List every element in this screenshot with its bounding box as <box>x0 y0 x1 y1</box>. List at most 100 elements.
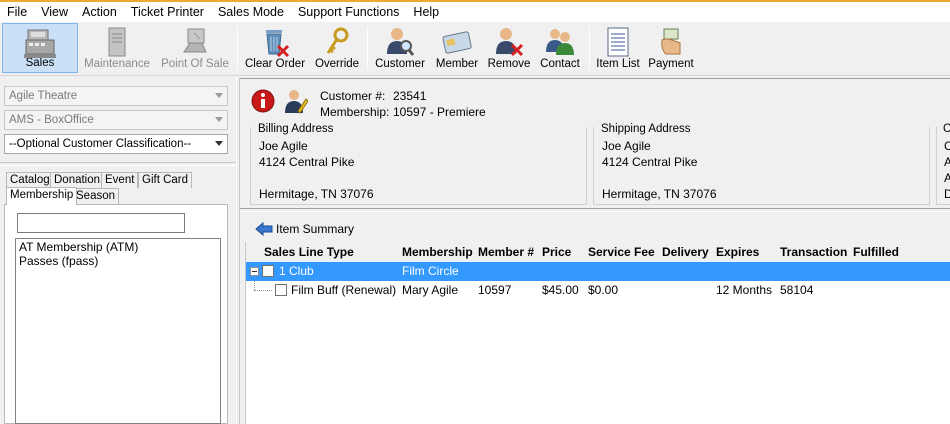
column-header[interactable]: Service Fee <box>588 245 655 259</box>
tab-catalog[interactable]: Catalog <box>6 172 54 188</box>
customer-classification-combo[interactable]: --Optional Customer Classification-- <box>4 134 228 154</box>
remove-button[interactable]: Remove <box>486 23 532 73</box>
location-combo[interactable]: AMS - BoxOffice <box>4 110 228 130</box>
clear-order-button[interactable]: Clear Order <box>243 23 307 73</box>
group-type: 1 Club <box>279 264 314 278</box>
search-input[interactable] <box>17 213 185 233</box>
row-member-number: 10597 <box>478 283 512 297</box>
clear-order-label: Clear Order <box>244 58 306 70</box>
server-icon <box>108 27 126 57</box>
override-button[interactable]: Override <box>311 23 363 73</box>
column-header[interactable]: Member # <box>478 245 534 259</box>
third-line: C <box>944 139 950 153</box>
contact-label: Contact <box>540 58 580 70</box>
membership-tab-panel: AT Membership (ATM) Passes (fpass) <box>4 204 228 424</box>
point-of-sale-label: Point Of Sale <box>161 58 229 70</box>
row-type: Film Buff (Renewal) <box>291 283 397 297</box>
third-line: D <box>944 187 950 201</box>
tab-season[interactable]: Season <box>72 188 120 204</box>
item-list-button[interactable]: Item List <box>594 23 642 73</box>
membership-label: Membership: <box>320 105 390 119</box>
customer-panel: Customer #: 23541 Membership: 10597 - Pr… <box>240 78 950 208</box>
row-price: $45.00 <box>542 283 579 297</box>
chevron-down-icon <box>215 117 223 122</box>
cash-register-icon <box>24 29 56 58</box>
row-transaction: 58104 <box>780 283 814 297</box>
shipping-street: 4124 Central Pike <box>602 155 698 169</box>
list-icon <box>607 27 629 57</box>
tab-event[interactable]: Event <box>101 172 139 188</box>
column-header[interactable]: Fulfilled <box>853 245 899 259</box>
pos-terminal-icon <box>183 28 207 53</box>
menu-support-functions[interactable]: Support Functions <box>291 2 406 22</box>
contacts-icon <box>546 29 574 55</box>
point-of-sale-button[interactable]: Point Of Sale <box>158 23 232 73</box>
menu-ticket-printer[interactable]: Ticket Printer <box>124 2 211 22</box>
toolbar-separator <box>237 26 238 70</box>
maintenance-button[interactable]: Maintenance <box>80 23 154 73</box>
toolbar-separator <box>589 26 590 70</box>
row-checkbox[interactable] <box>275 284 287 296</box>
menu-sales-mode[interactable]: Sales Mode <box>211 2 291 22</box>
member-label: Member <box>435 58 479 70</box>
payment-label: Payment <box>648 58 694 70</box>
trash-delete-icon <box>266 30 290 58</box>
info-icon[interactable] <box>250 88 276 114</box>
tab-donation[interactable]: Donation <box>50 172 105 188</box>
member-card-icon <box>442 31 472 54</box>
tab-gift-card[interactable]: Gift Card <box>138 172 193 188</box>
shipping-address-title: Shipping Address <box>601 123 693 135</box>
column-header[interactable]: Sales Line Type <box>264 245 354 259</box>
payment-button[interactable]: Payment <box>646 23 696 73</box>
organization-combo[interactable]: Agile Theatre <box>4 86 228 106</box>
third-line: A <box>944 171 950 185</box>
menu-view[interactable]: View <box>34 2 75 22</box>
third-line: A <box>944 155 950 169</box>
arrow-left-icon[interactable] <box>255 222 273 236</box>
item-list-label: Item List <box>596 58 640 70</box>
contact-button[interactable]: Contact <box>536 23 584 73</box>
key-icon <box>326 27 349 54</box>
customer-number-label: Customer #: <box>320 89 386 103</box>
menu-help[interactable]: Help <box>406 2 446 22</box>
grid-header: Sales Line Type Membership Member # Pric… <box>246 242 950 262</box>
chevron-down-icon <box>215 93 223 98</box>
list-item[interactable]: Passes (fpass) <box>19 254 217 268</box>
member-button[interactable]: Member <box>432 23 482 73</box>
row-expires: 12 Months <box>716 283 773 297</box>
customer-label: Customer <box>375 58 425 70</box>
column-header[interactable]: Price <box>542 245 571 259</box>
left-pane-splitter[interactable] <box>0 162 236 166</box>
menu-action[interactable]: Action <box>75 2 124 22</box>
item-summary-title: Item Summary <box>276 222 355 236</box>
list-item[interactable]: AT Membership (ATM) <box>19 240 217 254</box>
menu-file[interactable]: File <box>0 2 34 22</box>
organization-value: Agile Theatre <box>9 90 78 102</box>
table-row[interactable]: Film Buff (Renewal) Mary Agile 10597 $45… <box>246 281 950 300</box>
column-header[interactable]: Transaction <box>780 245 847 259</box>
toolbar-separator <box>367 26 368 70</box>
location-value: AMS - BoxOffice <box>9 114 94 126</box>
billing-address-title: Billing Address <box>258 123 336 135</box>
group-checkbox[interactable] <box>262 265 274 277</box>
column-header[interactable]: Delivery <box>662 245 709 259</box>
tree-line <box>254 281 255 290</box>
payment-hand-icon <box>661 28 681 55</box>
column-header[interactable]: Expires <box>716 245 759 259</box>
customer-number-value: 23541 <box>393 89 427 103</box>
sales-button[interactable]: Sales <box>2 23 78 73</box>
classification-value: --Optional Customer Classification-- <box>9 138 192 150</box>
column-header[interactable]: Membership <box>402 245 473 259</box>
item-grid: Sales Line Type Membership Member # Pric… <box>245 242 950 424</box>
shipping-city: Hermitage, TN 37076 <box>602 187 717 201</box>
collapse-icon[interactable] <box>250 267 259 276</box>
membership-list[interactable]: AT Membership (ATM) Passes (fpass) <box>15 238 221 424</box>
table-row-group[interactable]: 1 Club Film Circle <box>246 262 950 281</box>
tab-membership[interactable]: Membership <box>6 187 78 205</box>
third-address-title: C <box>943 123 950 135</box>
row-membership: Mary Agile <box>402 283 459 297</box>
remove-label: Remove <box>487 58 531 70</box>
override-label: Override <box>314 58 360 70</box>
edit-customer-icon[interactable] <box>282 87 308 115</box>
customer-button[interactable]: Customer <box>372 23 428 73</box>
